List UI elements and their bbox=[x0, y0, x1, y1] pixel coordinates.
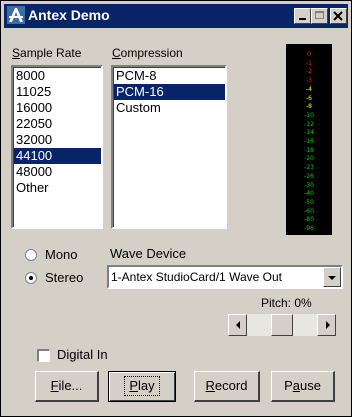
mono-radio[interactable] bbox=[25, 249, 37, 261]
title-bar[interactable]: Antex Demo bbox=[4, 4, 348, 28]
wave-device-select[interactable]: 1-Antex StudioCard/1 Wave Out bbox=[107, 265, 343, 289]
meter-scale-label: -10 bbox=[304, 111, 314, 119]
meter-scale-label: -18 bbox=[304, 146, 314, 154]
meter-scale-label: -1 bbox=[306, 59, 312, 67]
pitch-decrease-button[interactable] bbox=[228, 314, 247, 336]
pitch-label: Pitch: 0% bbox=[261, 296, 312, 310]
minimize-icon bbox=[299, 18, 306, 20]
list-item-selected[interactable]: PCM-16 bbox=[114, 84, 225, 100]
meter-scale-label: -26 bbox=[304, 172, 314, 180]
sample-rate-label: Sample Rate bbox=[12, 46, 82, 60]
digital-in-checkbox[interactable] bbox=[37, 349, 50, 362]
dropdown-button[interactable] bbox=[323, 267, 341, 287]
mono-label: Mono bbox=[45, 247, 78, 262]
play-button[interactable]: Play bbox=[108, 371, 176, 402]
meter-scale-label: -80 bbox=[304, 216, 314, 224]
sample-rate-list-body: 8000 11025 16000 22050 32000 44100 48000… bbox=[13, 67, 101, 227]
meter-scale-label: -14 bbox=[304, 129, 314, 137]
meter-scale-label: 0 bbox=[307, 51, 311, 58]
digital-in-label: Digital In bbox=[57, 347, 108, 362]
list-item-selected[interactable]: 44100 bbox=[14, 148, 101, 164]
window-title: Antex Demo bbox=[28, 7, 110, 23]
chevron-down-icon bbox=[328, 276, 336, 280]
wave-device-label: Wave Device bbox=[110, 246, 187, 261]
list-item[interactable]: Other bbox=[14, 180, 101, 196]
focus-rect: Play bbox=[124, 376, 160, 396]
list-item[interactable]: 16000 bbox=[14, 100, 101, 116]
pitch-slider-thumb[interactable] bbox=[271, 314, 293, 336]
compression-label: Compression bbox=[112, 46, 183, 60]
meter-scale-label: -50 bbox=[304, 198, 314, 206]
meter-scale-label: -8 bbox=[306, 103, 312, 111]
pause-button[interactable]: Pause bbox=[271, 371, 335, 402]
list-item[interactable]: Custom bbox=[114, 100, 225, 116]
record-button[interactable]: Record bbox=[194, 371, 260, 402]
meter-scale-label: -40 bbox=[304, 190, 314, 198]
meter-scale-label: -12 bbox=[304, 120, 314, 128]
wave-device-value: 1-Antex StudioCard/1 Wave Out bbox=[111, 270, 282, 284]
stereo-label: Stereo bbox=[45, 270, 84, 285]
meter-scale-label: -16 bbox=[304, 138, 314, 145]
maximize-icon bbox=[315, 11, 324, 19]
list-item[interactable]: 32000 bbox=[14, 132, 101, 148]
list-item[interactable]: 48000 bbox=[14, 164, 101, 180]
maximize-button[interactable] bbox=[311, 8, 328, 24]
close-button[interactable] bbox=[330, 8, 347, 24]
compression-list[interactable]: PCM-8 PCM-16 Custom bbox=[111, 65, 227, 229]
list-item[interactable]: PCM-8 bbox=[114, 68, 225, 84]
close-icon bbox=[333, 11, 343, 21]
app-window: Antex Demo Sample Rate 8000 11025 16000 … bbox=[0, 0, 352, 417]
list-item[interactable]: 11025 bbox=[14, 84, 101, 100]
list-item[interactable]: 8000 bbox=[14, 68, 101, 84]
arrow-right-icon bbox=[326, 321, 330, 329]
stereo-radio[interactable] bbox=[25, 272, 37, 284]
sample-rate-list[interactable]: 8000 11025 16000 22050 32000 44100 48000… bbox=[11, 65, 103, 229]
pitch-increase-button[interactable] bbox=[317, 314, 336, 336]
file-button[interactable]: File... bbox=[35, 371, 99, 402]
meter-scale-label: -30 bbox=[304, 181, 314, 189]
antex-app-icon bbox=[7, 6, 25, 24]
meter-scale-label: -20 bbox=[304, 155, 314, 163]
meter-scale-label: -96 bbox=[304, 225, 314, 232]
meter-scale-label: -23 bbox=[304, 164, 314, 172]
meter-scale-label: -3 bbox=[306, 77, 312, 85]
meter-scale-label: -4 bbox=[306, 85, 312, 93]
meter-scale-label: -6 bbox=[306, 94, 312, 102]
meter-scale-label: -2 bbox=[306, 68, 312, 76]
compression-list-body: PCM-8 PCM-16 Custom bbox=[113, 67, 225, 227]
meter-scale-label: -60 bbox=[304, 207, 314, 215]
list-item[interactable]: 22050 bbox=[14, 116, 101, 132]
arrow-left-icon bbox=[236, 321, 240, 329]
minimize-button[interactable] bbox=[294, 8, 311, 24]
level-meter: 0 -1 -2 -3 -4 -6 -8 -10 -12 -14 -16 -18 -20 -23 -26 -30… bbox=[286, 44, 332, 235]
